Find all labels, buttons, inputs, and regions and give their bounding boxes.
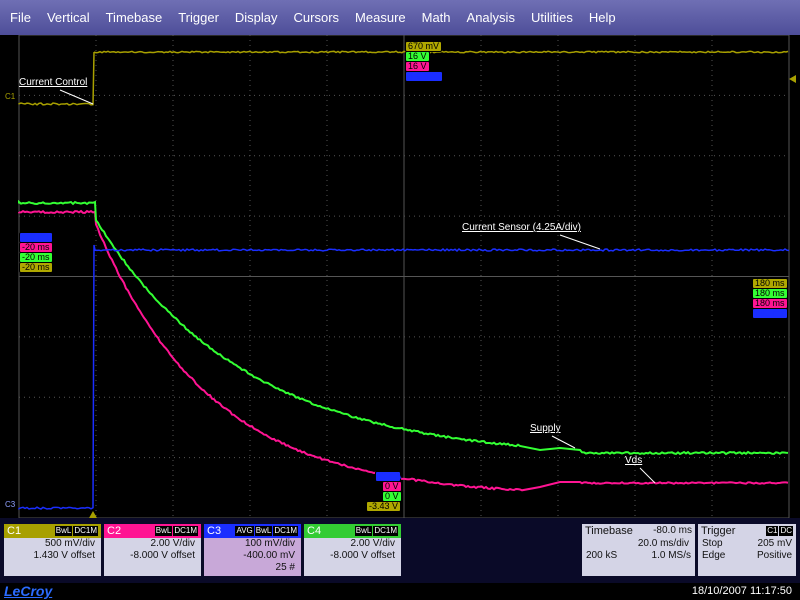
c3-badge-coupling: DC1M: [273, 526, 298, 536]
label-current-sensor: Current Sensor (4.25A/div): [462, 222, 581, 233]
channel-c4-box[interactable]: C4 BwL DC1M 2.00 V/div -8.000 V offset: [304, 524, 401, 576]
trigger-slope: Positive: [757, 550, 792, 562]
status-bar: LeCroy 18/10/2007 11:17:50: [0, 583, 800, 600]
channel-c3-box[interactable]: C3 AVG BwL DC1M 100 mV/div -400.00 mV 25 #: [204, 524, 301, 576]
date-time: 18/10/2007 11:17:50: [692, 585, 792, 597]
c1-badge-coupling: DC1M: [73, 526, 98, 536]
c3-ground-marker[interactable]: C3: [5, 500, 15, 509]
c2-offset: -8.000 V offset: [104, 550, 201, 562]
menu-help[interactable]: Help: [581, 0, 624, 35]
lecroy-logo: LeCroy: [4, 583, 52, 599]
channel-c2-box[interactable]: C2 BwL DC1M 2.00 V/div -8.000 V offset: [104, 524, 201, 576]
menu-math[interactable]: Math: [414, 0, 459, 35]
c4-vdiv: 2.00 V/div: [304, 538, 401, 550]
waveform-canvas: [0, 35, 800, 518]
c3-offset: -400.00 mV: [204, 550, 301, 562]
label-leaders: [60, 90, 655, 483]
label-current-control: Current Control: [19, 77, 87, 88]
c4-offset: -8.000 V offset: [304, 550, 401, 562]
status-panel: C1 BwL DC1M 500 mV/div 1.430 V offset C2 …: [0, 518, 800, 583]
trigger-coupling-badge: DC: [779, 526, 793, 536]
c3-vdiv: 100 mV/div: [204, 538, 301, 550]
trigger-level: 205 mV: [758, 538, 792, 550]
menu-file[interactable]: File: [0, 0, 39, 35]
c2-badge-coupling: DC1M: [173, 526, 198, 536]
channel-c1-name: C1: [7, 524, 21, 538]
timebase-title: Timebase: [585, 524, 633, 538]
channel-c1-box[interactable]: C1 BwL DC1M 500 mV/div 1.430 V offset: [4, 524, 101, 576]
trigger-position-marker[interactable]: [89, 511, 97, 518]
c1-badge-bwl: BwL: [55, 526, 73, 536]
menu-utilities[interactable]: Utilities: [523, 0, 581, 35]
timebase-box[interactable]: Timebase -80.0 ms 20.0 ms/div 200 kS 1.0…: [582, 524, 695, 576]
tag-c1-bottom: -3.43 V: [366, 501, 401, 512]
trigger-type: Edge: [702, 550, 725, 562]
c2-vdiv: 2.00 V/div: [104, 538, 201, 550]
c3-badge-avg: AVG: [235, 526, 253, 536]
trigger-level-marker[interactable]: [789, 75, 796, 83]
label-vds: Vds: [625, 455, 642, 466]
menu-vertical[interactable]: Vertical: [39, 0, 98, 35]
c4-badge-coupling: DC1M: [373, 526, 398, 536]
timebase-rate: 1.0 MS/s: [652, 550, 691, 562]
menu-trigger[interactable]: Trigger: [170, 0, 227, 35]
trigger-source-badge: C1: [766, 526, 778, 536]
c1-vdiv: 500 mV/div: [4, 538, 101, 550]
c2-badge-bwl: BwL: [155, 526, 173, 536]
c1-offset: 1.430 V offset: [4, 550, 101, 562]
timebase-div: 20.0 ms/div: [582, 538, 695, 550]
tag-c3-level: 4.9 A: [405, 71, 443, 82]
menu-analysis[interactable]: Analysis: [459, 0, 523, 35]
tag-c3-right: 180 ms: [752, 308, 788, 319]
trigger-title: Trigger: [701, 524, 735, 538]
menu-measure[interactable]: Measure: [347, 0, 414, 35]
timebase-delay: -80.0 ms: [653, 524, 692, 538]
graticule: [19, 35, 789, 518]
trigger-mode: Stop: [702, 538, 723, 550]
timebase-samples: 200 kS: [586, 550, 617, 562]
c3-badge-bwl: BwL: [255, 526, 273, 536]
c1-ground-marker[interactable]: C1: [5, 92, 15, 101]
menu-bar: File Vertical Timebase Trigger Display C…: [0, 0, 800, 35]
menu-cursors[interactable]: Cursors: [286, 0, 348, 35]
channel-c2-name: C2: [107, 524, 121, 538]
c3-avg-count: 25 #: [204, 562, 301, 574]
menu-timebase[interactable]: Timebase: [98, 0, 171, 35]
menu-display[interactable]: Display: [227, 0, 286, 35]
channel-c4-name: C4: [307, 524, 321, 538]
channel-c3-name: C3: [207, 524, 221, 538]
c4-badge-bwl: BwL: [355, 526, 373, 536]
trigger-box[interactable]: Trigger C1 DC Stop 205 mV Edge Positive: [698, 524, 796, 576]
tag-c1-left: -20 ms: [19, 262, 53, 273]
waveform-display[interactable]: Current Control Current Sensor (4.25A/di…: [0, 35, 800, 518]
label-supply: Supply: [530, 423, 561, 434]
